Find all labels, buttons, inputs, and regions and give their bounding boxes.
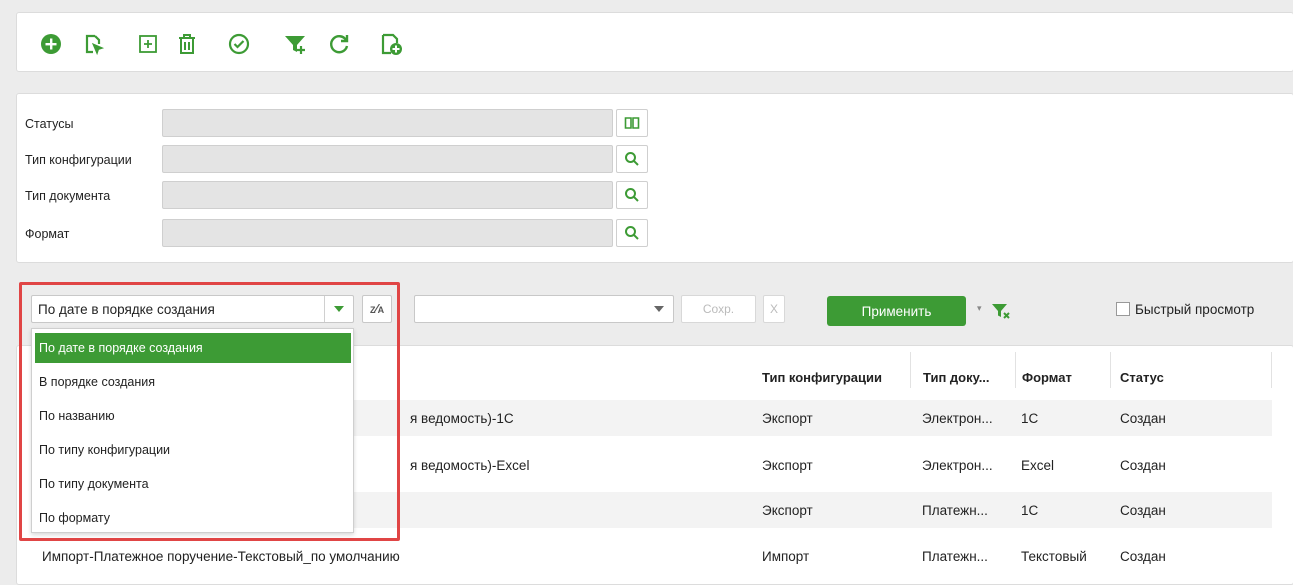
header-config-type[interactable]: Тип конфигурации [762,370,882,385]
cell-status: Создан [1120,549,1166,564]
doc-type-label: Тип документа [25,189,111,203]
cell-doc: Платежн... [922,549,988,564]
document-select-icon[interactable] [81,32,105,56]
filter-clear-icon[interactable] [991,301,1011,321]
cell-config: Импорт [762,549,810,564]
toolbar [16,12,1293,72]
doc-type-field[interactable] [162,181,613,209]
trash-icon[interactable] [175,32,199,56]
column-divider[interactable] [1271,352,1272,388]
format-label: Формат [25,227,70,241]
cell-status: Создан [1120,411,1166,426]
add-square-icon[interactable] [136,32,160,56]
cell-name: Импорт-Платежное поручение-Текстовый_по … [42,549,400,564]
cell-name: я ведомость)-Excel [410,458,530,473]
preset-select[interactable] [414,295,674,323]
cell-doc: Электрон... [922,458,993,473]
column-divider[interactable] [1015,352,1016,388]
cell-config: Экспорт [762,503,813,518]
table-row[interactable]: Импорт-Платежное поручение-Текстовый_по … [36,538,1272,574]
book-icon[interactable] [616,109,648,137]
check-circle-icon[interactable] [227,32,251,56]
column-divider[interactable] [910,352,911,388]
statuses-label: Статусы [25,117,74,131]
refresh-icon[interactable] [327,32,351,56]
format-field[interactable] [162,219,613,247]
document-add-icon[interactable] [379,32,403,56]
cell-format: 1С [1021,503,1039,518]
column-divider[interactable] [1110,352,1111,388]
caret-down-icon[interactable]: ▾ [977,303,982,314]
highlight-frame [19,282,400,541]
clear-button[interactable]: X [763,295,785,323]
quick-view-label: Быстрый просмотр [1135,302,1255,317]
search-icon[interactable] [616,145,648,173]
cell-format: Excel [1021,458,1055,473]
header-status[interactable]: Статус [1120,370,1164,385]
add-icon[interactable] [39,32,63,56]
cell-doc: Электрон... [922,411,993,426]
search-icon[interactable] [616,181,648,209]
chevron-down-icon[interactable] [645,296,673,322]
save-button[interactable]: Сохр. [681,295,756,323]
cell-doc: Платежн... [922,503,988,518]
cell-format: Текстовый [1021,549,1087,564]
cell-config: Экспорт [762,411,813,426]
statuses-field[interactable] [162,109,613,137]
filter-add-icon[interactable] [283,32,307,56]
cell-name: я ведомость)-1С [410,411,514,426]
header-format[interactable]: Формат [1022,370,1072,385]
cell-config: Экспорт [762,458,813,473]
config-type-label: Тип конфигурации [25,153,132,167]
config-type-field[interactable] [162,145,613,173]
header-doc-type[interactable]: Тип доку... [923,370,990,385]
apply-button[interactable]: Применить [827,296,966,326]
cell-status: Создан [1120,503,1166,518]
quick-view-checkbox[interactable] [1116,302,1130,316]
search-icon[interactable] [616,219,648,247]
cell-status: Создан [1120,458,1166,473]
cell-format: 1С [1021,411,1039,426]
